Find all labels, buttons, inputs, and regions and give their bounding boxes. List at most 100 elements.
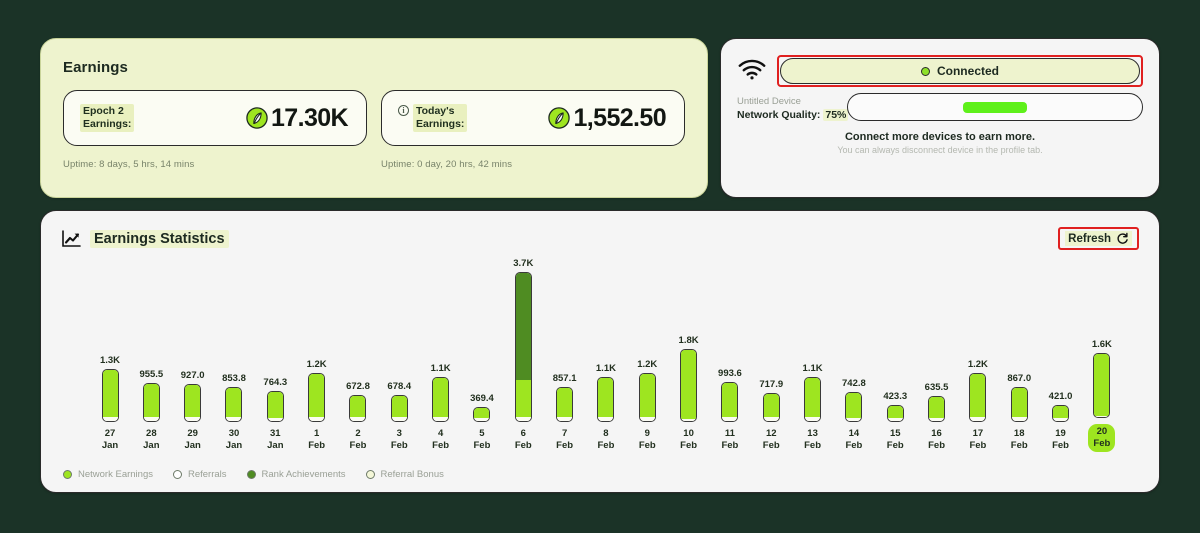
bar-value-label: 717.9 <box>759 378 784 390</box>
bar-date: 7 Feb <box>556 428 574 451</box>
epoch-earnings-label-wrap: Epoch 2 Earnings: <box>80 104 135 132</box>
bar-stack[interactable] <box>804 377 822 422</box>
bar-segment <box>722 417 738 421</box>
bar-value-label: 369.4 <box>470 393 494 405</box>
bar-column[interactable]: 1.8K 10 Feb <box>674 335 704 452</box>
bar-column[interactable]: 717.9 12 Feb <box>756 379 786 452</box>
bar-column[interactable]: 1.2K 1 Feb <box>302 359 332 452</box>
bar-segment <box>887 417 903 421</box>
bar-column[interactable]: 1.1K 8 Feb <box>591 363 621 452</box>
refresh-button-label: Refresh <box>1068 232 1111 245</box>
bar-stack[interactable] <box>308 373 326 422</box>
todays-earnings-value: 1,552.50 <box>573 103 666 132</box>
bar-value-label: 1.8K <box>678 335 699 347</box>
bar-segment <box>557 388 573 418</box>
bar-stack[interactable] <box>597 377 615 422</box>
bar-column[interactable]: 764.3 31 Jan <box>260 377 290 452</box>
legend-item[interactable]: Referral Bonus <box>365 469 444 480</box>
bar-column[interactable]: 369.4 5 Feb <box>467 393 497 452</box>
info-icon[interactable]: i <box>398 105 409 116</box>
bar-segment <box>433 378 449 418</box>
epoch-earnings-label: Epoch 2 Earnings: <box>80 104 135 132</box>
legend-item[interactable]: Referrals <box>172 469 227 480</box>
device-card: Connected Untitled Device Network Qualit… <box>720 38 1160 198</box>
bar-segment <box>639 417 655 421</box>
bar-value-label: 1.1K <box>595 363 616 375</box>
bar-column[interactable]: 867.0 18 Feb <box>1004 373 1034 452</box>
bar-stack[interactable] <box>556 387 574 422</box>
bar-stack[interactable] <box>514 272 532 422</box>
top-row: Earnings Epoch 2 Earnings: 17.30K i Toda… <box>40 38 1160 198</box>
bar-stack[interactable] <box>266 391 284 422</box>
todays-earnings-stat[interactable]: i Today's Earnings: 1,552.50 <box>381 90 685 146</box>
bar-date: 14 Feb <box>845 428 863 451</box>
bar-stack[interactable] <box>886 404 904 422</box>
bar-stack[interactable] <box>969 373 987 422</box>
network-quality-value: 75% <box>823 109 849 121</box>
bar-stack[interactable] <box>762 392 780 422</box>
bar-column[interactable]: 1.2K 9 Feb <box>632 359 662 452</box>
bar-column[interactable]: 3.7K 6 Feb <box>508 258 538 452</box>
bar-column[interactable]: 955.5 28 Jan <box>136 369 166 452</box>
bar-stack[interactable] <box>225 387 243 422</box>
bar-stack[interactable] <box>721 381 739 422</box>
wifi-icon <box>738 59 766 80</box>
bar-stack[interactable] <box>845 391 863 422</box>
bar-segment <box>1053 405 1069 418</box>
bar-value-label: 423.3 <box>883 390 908 402</box>
stats-panel-title: Earnings Statistics <box>90 229 229 248</box>
refresh-button[interactable]: Refresh <box>1065 231 1132 246</box>
bar-column[interactable]: 1.2K 17 Feb <box>963 359 993 452</box>
bar-column[interactable]: 421.0 19 Feb <box>1046 391 1076 452</box>
device-meta: Untitled Device Network Quality: 75% <box>737 95 849 121</box>
bar-stack[interactable] <box>101 369 119 422</box>
bar-stack[interactable] <box>432 377 450 422</box>
bar-column[interactable]: 423.3 15 Feb <box>880 391 910 452</box>
bar-date: 2 Feb <box>349 428 367 451</box>
bar-segment <box>1094 354 1110 416</box>
earnings-card: Earnings Epoch 2 Earnings: 17.30K i Toda… <box>40 38 708 198</box>
bar-column[interactable]: 993.6 11 Feb <box>715 368 745 452</box>
dashboard-root: Earnings Epoch 2 Earnings: 17.30K i Toda… <box>0 0 1200 533</box>
connection-status-pill[interactable]: Connected <box>780 58 1140 84</box>
bar-column[interactable]: 927.0 29 Jan <box>178 370 208 452</box>
bar-value-label: 993.6 <box>718 367 742 379</box>
bar-segment <box>929 397 945 418</box>
todays-earnings-label-line2: Earnings: <box>416 118 465 130</box>
connection-status-text: Connected <box>936 64 999 78</box>
epoch-earnings-stat[interactable]: Epoch 2 Earnings: 17.30K <box>63 90 367 146</box>
bar-segment <box>309 374 325 417</box>
bar-stack[interactable] <box>928 396 946 422</box>
bar-column[interactable]: 672.8 2 Feb <box>343 381 373 452</box>
bar-segment <box>185 385 201 418</box>
bar-column[interactable]: 857.1 7 Feb <box>550 373 580 452</box>
bar-date: 8 Feb <box>597 428 615 451</box>
bar-value-label: 672.8 <box>346 380 370 392</box>
bar-segment <box>722 382 738 418</box>
bar-stack[interactable] <box>638 373 656 422</box>
bar-column[interactable]: 635.5 16 Feb <box>922 382 952 452</box>
legend-item[interactable]: Rank Achievements <box>246 469 346 480</box>
bar-column[interactable]: 742.8 14 Feb <box>839 378 869 452</box>
bar-column[interactable]: 678.4 3 Feb <box>384 381 414 453</box>
bar-stack[interactable] <box>473 407 491 422</box>
bar-column[interactable]: 853.8 30 Jan <box>219 373 249 452</box>
earnings-statistics-panel: Earnings Statistics Refresh 1.3K 27 Jan 955… <box>40 210 1160 493</box>
bar-column[interactable]: 1.6K 20 Feb <box>1087 339 1117 452</box>
bar-stack[interactable] <box>680 349 698 422</box>
bar-stack[interactable] <box>1010 386 1028 422</box>
bar-stack[interactable] <box>1052 404 1070 422</box>
legend-item[interactable]: Network Earnings <box>63 469 153 480</box>
bar-column[interactable]: 1.1K 4 Feb <box>426 363 456 452</box>
legend-dot-icon <box>63 470 72 479</box>
bar-stack[interactable] <box>184 384 202 422</box>
bar-stack[interactable] <box>142 383 160 422</box>
bar-column[interactable]: 1.1K 13 Feb <box>798 363 828 452</box>
bar-stack[interactable] <box>349 394 367 422</box>
bar-stack[interactable] <box>1093 353 1111 418</box>
bar-date: 1 Feb <box>308 428 326 451</box>
bar-stack[interactable] <box>390 394 408 422</box>
bar-column[interactable]: 1.3K 27 Jan <box>95 355 125 452</box>
todays-earnings-value-wrap: 1,552.50 <box>548 103 667 133</box>
todays-earnings-label-line1: Today's <box>416 105 455 117</box>
